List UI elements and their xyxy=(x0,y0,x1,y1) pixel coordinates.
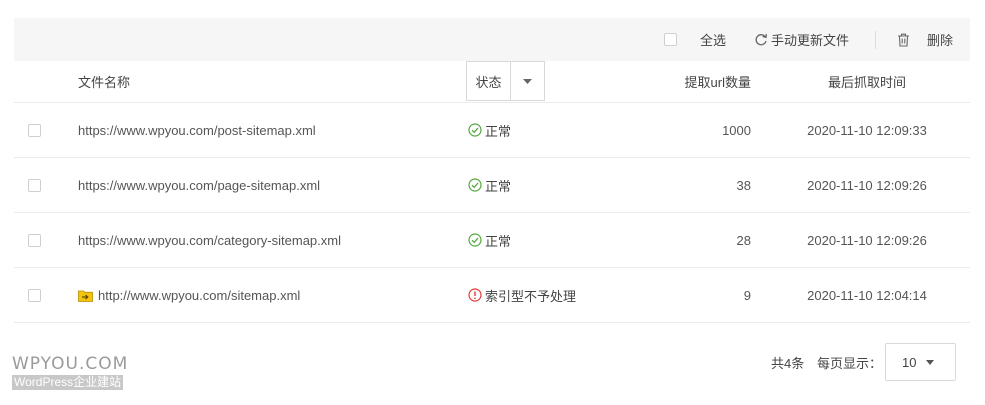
caret-down-icon xyxy=(926,359,935,365)
toolbar-divider xyxy=(875,31,876,49)
status-cell: 索引型不予处理 xyxy=(468,268,576,322)
watermark-logo: WPYOU.COM WordPress企业建站 xyxy=(12,354,128,390)
status-cell: 正常 xyxy=(468,158,511,212)
status-filter-dropdown[interactable]: 状态 xyxy=(466,61,545,101)
watermark-subtitle: WordPress企业建站 xyxy=(12,375,124,390)
per-page-label: 每页显示： xyxy=(817,355,883,371)
sitemap-url[interactable]: https://www.wpyou.com/category-sitemap.x… xyxy=(78,213,341,267)
url-count: 38 xyxy=(736,177,751,193)
fetch-time: 2020-11-10 12:09:26 xyxy=(807,177,927,193)
table-row: https://www.wpyou.com/category-sitemap.x… xyxy=(14,213,970,268)
table-header: 文件名称 状态 提取url数量 最后抓取时间 xyxy=(14,61,970,103)
refresh-icon xyxy=(754,33,768,47)
check-circle-icon xyxy=(468,233,482,247)
pagination-total: 共4条 xyxy=(771,355,805,371)
url-count: 1000 xyxy=(722,122,751,138)
row-checkbox[interactable] xyxy=(28,103,41,157)
row-checkbox[interactable] xyxy=(28,158,41,212)
toolbar: 全选 手动更新文件 删除 xyxy=(14,18,970,61)
index-folder-icon xyxy=(78,289,93,302)
select-all-checkbox[interactable] xyxy=(664,18,677,61)
header-url-count: 提取url数量 xyxy=(684,75,751,90)
sitemap-url[interactable]: https://www.wpyou.com/page-sitemap.xml xyxy=(78,158,320,212)
refresh-label: 手动更新文件 xyxy=(771,33,850,48)
status-text: 正常 xyxy=(485,233,512,249)
row-checkbox[interactable] xyxy=(28,268,41,322)
header-last-fetch: 最后抓取时间 xyxy=(827,75,906,90)
row-checkbox[interactable] xyxy=(28,213,41,267)
table-row: https://www.wpyou.com/page-sitemap.xml 正… xyxy=(14,158,970,213)
caret-down-icon[interactable] xyxy=(511,62,544,100)
sitemap-url[interactable]: https://www.wpyou.com/post-sitemap.xml xyxy=(78,103,316,157)
sitemap-url-cell: http://www.wpyou.com/sitemap.xml xyxy=(78,268,300,322)
url-count: 28 xyxy=(736,232,751,248)
status-cell: 正常 xyxy=(468,103,511,157)
header-filename: 文件名称 xyxy=(78,75,131,90)
delete-button[interactable]: 删除 xyxy=(897,18,953,61)
fetch-time: 2020-11-10 12:09:26 xyxy=(807,232,927,248)
watermark-title: WPYOU.COM xyxy=(12,354,129,374)
status-text: 索引型不予处理 xyxy=(485,288,577,304)
table-row: https://www.wpyou.com/post-sitemap.xml 正… xyxy=(14,103,970,158)
fetch-time: 2020-11-10 12:09:33 xyxy=(807,122,927,138)
status-cell: 正常 xyxy=(468,213,511,267)
header-status: 状态 xyxy=(467,62,511,100)
table-row: http://www.wpyou.com/sitemap.xml 索引型不予处理… xyxy=(14,268,970,323)
status-text: 正常 xyxy=(485,123,512,139)
trash-icon xyxy=(897,33,910,47)
fetch-time: 2020-11-10 12:04:14 xyxy=(807,287,927,303)
select-all-label[interactable]: 全选 xyxy=(700,18,726,61)
checkbox-box[interactable] xyxy=(664,33,677,46)
sitemap-url[interactable]: http://www.wpyou.com/sitemap.xml xyxy=(98,288,300,303)
status-text: 正常 xyxy=(485,178,512,194)
refresh-button[interactable]: 手动更新文件 xyxy=(754,18,849,61)
delete-label: 删除 xyxy=(927,33,954,48)
sitemap-table: 文件名称 状态 提取url数量 最后抓取时间 https://www.wpyou… xyxy=(14,61,970,323)
per-page-select[interactable]: 10 xyxy=(885,343,956,381)
check-circle-icon xyxy=(468,123,482,137)
exclamation-circle-icon xyxy=(468,288,482,302)
check-circle-icon xyxy=(468,178,482,192)
url-count: 9 xyxy=(743,287,751,303)
per-page-value: 10 xyxy=(902,354,917,370)
